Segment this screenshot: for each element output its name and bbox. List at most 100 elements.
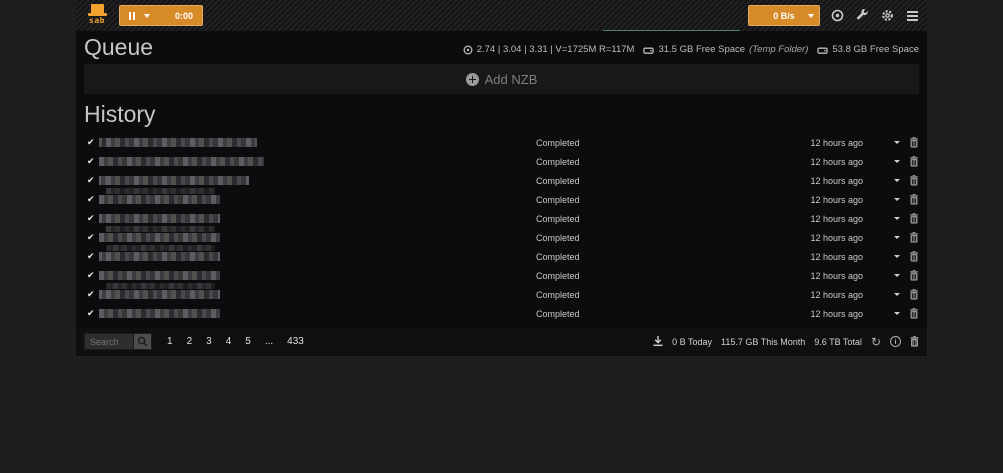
- pause-dropdown-caret-icon[interactable]: [144, 14, 150, 18]
- temp-folder-note: (Temp Folder): [749, 44, 808, 55]
- row-delete-icon[interactable]: [910, 194, 918, 205]
- pagination-page[interactable]: 2: [180, 332, 200, 351]
- row-actions-caret-icon[interactable]: [894, 236, 900, 239]
- row-actions-caret-icon[interactable]: [894, 312, 900, 315]
- redacted-item-name[interactable]: [99, 157, 264, 166]
- logo-hat-icon: [91, 4, 104, 13]
- add-nzb-label: Add NZB: [485, 72, 538, 87]
- row-actions-caret-icon[interactable]: [894, 198, 900, 201]
- pagination-page[interactable]: 4: [219, 332, 239, 351]
- search-icon: [137, 336, 148, 347]
- item-age: 12 hours ago: [810, 157, 863, 167]
- topbar-icons: [830, 9, 919, 23]
- item-age: 12 hours ago: [810, 176, 863, 186]
- refresh-icon[interactable]: ↻: [871, 336, 881, 348]
- history-title: History: [84, 101, 156, 127]
- pagination-page[interactable]: 1: [160, 332, 180, 351]
- item-age: 12 hours ago: [810, 290, 863, 300]
- pagination: 12345...433: [160, 332, 311, 351]
- row-delete-icon[interactable]: [910, 251, 918, 262]
- row-actions-caret-icon[interactable]: [894, 217, 900, 220]
- item-status: Completed: [536, 233, 580, 243]
- pause-button[interactable]: 0:00: [119, 5, 203, 26]
- row-delete-icon[interactable]: [910, 175, 918, 186]
- pagination-page[interactable]: 5: [238, 332, 258, 351]
- hdd-icon: [817, 45, 828, 55]
- history-header-row: History: [76, 98, 927, 129]
- search-input[interactable]: [84, 333, 134, 350]
- completed-check-icon: ✔: [87, 156, 95, 167]
- redacted-item-name[interactable]: [99, 138, 257, 147]
- row-delete-icon[interactable]: [910, 308, 918, 319]
- item-age: 12 hours ago: [810, 271, 863, 281]
- sabnzbd-logo-icon[interactable]: sab: [84, 4, 110, 30]
- complete-folder-free: 53.8 GB Free Space: [832, 44, 919, 55]
- stats-month: 115.7 GB This Month: [721, 337, 805, 347]
- redacted-item-name[interactable]: [99, 195, 220, 204]
- gear-icon[interactable]: [880, 9, 894, 23]
- row-delete-icon[interactable]: [910, 232, 918, 243]
- item-status: Completed: [536, 176, 580, 186]
- item-age: 12 hours ago: [810, 309, 863, 319]
- footer-stats: 0 B Today 115.7 GB This Month 9.6 TB Tot…: [653, 336, 919, 348]
- row-actions-caret-icon[interactable]: [894, 179, 900, 182]
- row-delete-icon[interactable]: [910, 270, 918, 281]
- redacted-item-name[interactable]: [99, 176, 249, 185]
- speed-label: 0 B/s: [773, 11, 795, 21]
- info-icon[interactable]: i: [890, 336, 901, 347]
- pagination-ellipsis: ...: [258, 332, 280, 351]
- completed-check-icon: ✔: [87, 232, 95, 243]
- completed-check-icon: ✔: [87, 270, 95, 281]
- row-actions-caret-icon[interactable]: [894, 141, 900, 144]
- item-age: 12 hours ago: [810, 214, 863, 224]
- load-values: 2.74 | 3.04 | 3.31 | V=1725M R=117M: [477, 44, 635, 55]
- pause-timer: 0:00: [175, 11, 193, 21]
- speed-dropdown-caret-icon: [808, 14, 814, 18]
- pagination-page[interactable]: 3: [199, 332, 219, 351]
- redacted-item-name[interactable]: [99, 233, 220, 242]
- plus-circle-icon: [466, 73, 479, 86]
- redacted-item-name[interactable]: [99, 290, 220, 299]
- history-row[interactable]: ✔ Completed 12 hours ago: [76, 190, 927, 209]
- status-circle-icon[interactable]: [830, 9, 844, 23]
- purge-history-trash-icon[interactable]: [910, 336, 919, 347]
- completed-check-icon: ✔: [87, 289, 95, 300]
- wrench-icon[interactable]: [855, 9, 869, 23]
- item-status: Completed: [536, 214, 580, 224]
- item-age: 12 hours ago: [810, 195, 863, 205]
- history-row[interactable]: ✔ Completed 12 hours ago: [76, 152, 927, 171]
- completed-check-icon: ✔: [87, 251, 95, 262]
- redacted-item-name[interactable]: [99, 252, 220, 261]
- redacted-item-name[interactable]: [99, 271, 220, 280]
- row-delete-icon[interactable]: [910, 289, 918, 300]
- redacted-item-name[interactable]: [99, 214, 220, 223]
- queue-title: Queue: [84, 34, 153, 60]
- history-row[interactable]: ✔ Completed 12 hours ago: [76, 133, 927, 152]
- history-row[interactable]: ✔ Completed 12 hours ago: [76, 247, 927, 266]
- search-group: [84, 333, 152, 350]
- temp-folder-free: 31.5 GB Free Space: [658, 44, 745, 55]
- search-button[interactable]: [134, 333, 152, 350]
- history-row[interactable]: ✔ Completed 12 hours ago: [76, 304, 927, 323]
- pagination-page[interactable]: 433: [280, 332, 311, 351]
- row-actions-caret-icon[interactable]: [894, 293, 900, 296]
- redacted-item-name[interactable]: [99, 309, 220, 318]
- menu-icon[interactable]: [905, 9, 919, 23]
- speed-limit-button[interactable]: 0 B/s: [748, 5, 820, 26]
- item-status: Completed: [536, 252, 580, 262]
- row-actions-caret-icon[interactable]: [894, 274, 900, 277]
- row-actions-caret-icon[interactable]: [894, 160, 900, 163]
- row-delete-icon[interactable]: [910, 213, 918, 224]
- logo-text: sab: [89, 16, 105, 25]
- item-age: 12 hours ago: [810, 252, 863, 262]
- item-status: Completed: [536, 157, 580, 167]
- completed-check-icon: ✔: [87, 194, 95, 205]
- item-age: 12 hours ago: [810, 138, 863, 148]
- row-delete-icon[interactable]: [910, 137, 918, 148]
- add-nzb-button[interactable]: Add NZB: [84, 64, 919, 94]
- queue-header-row: Queue 2.74 | 3.04 | 3.31 | V=1725M R=117…: [76, 31, 927, 62]
- top-bar: sab 0:00 0 B/s: [76, 0, 927, 31]
- row-delete-icon[interactable]: [910, 156, 918, 167]
- history-row[interactable]: ✔ Completed 12 hours ago: [76, 285, 927, 304]
- row-actions-caret-icon[interactable]: [894, 255, 900, 258]
